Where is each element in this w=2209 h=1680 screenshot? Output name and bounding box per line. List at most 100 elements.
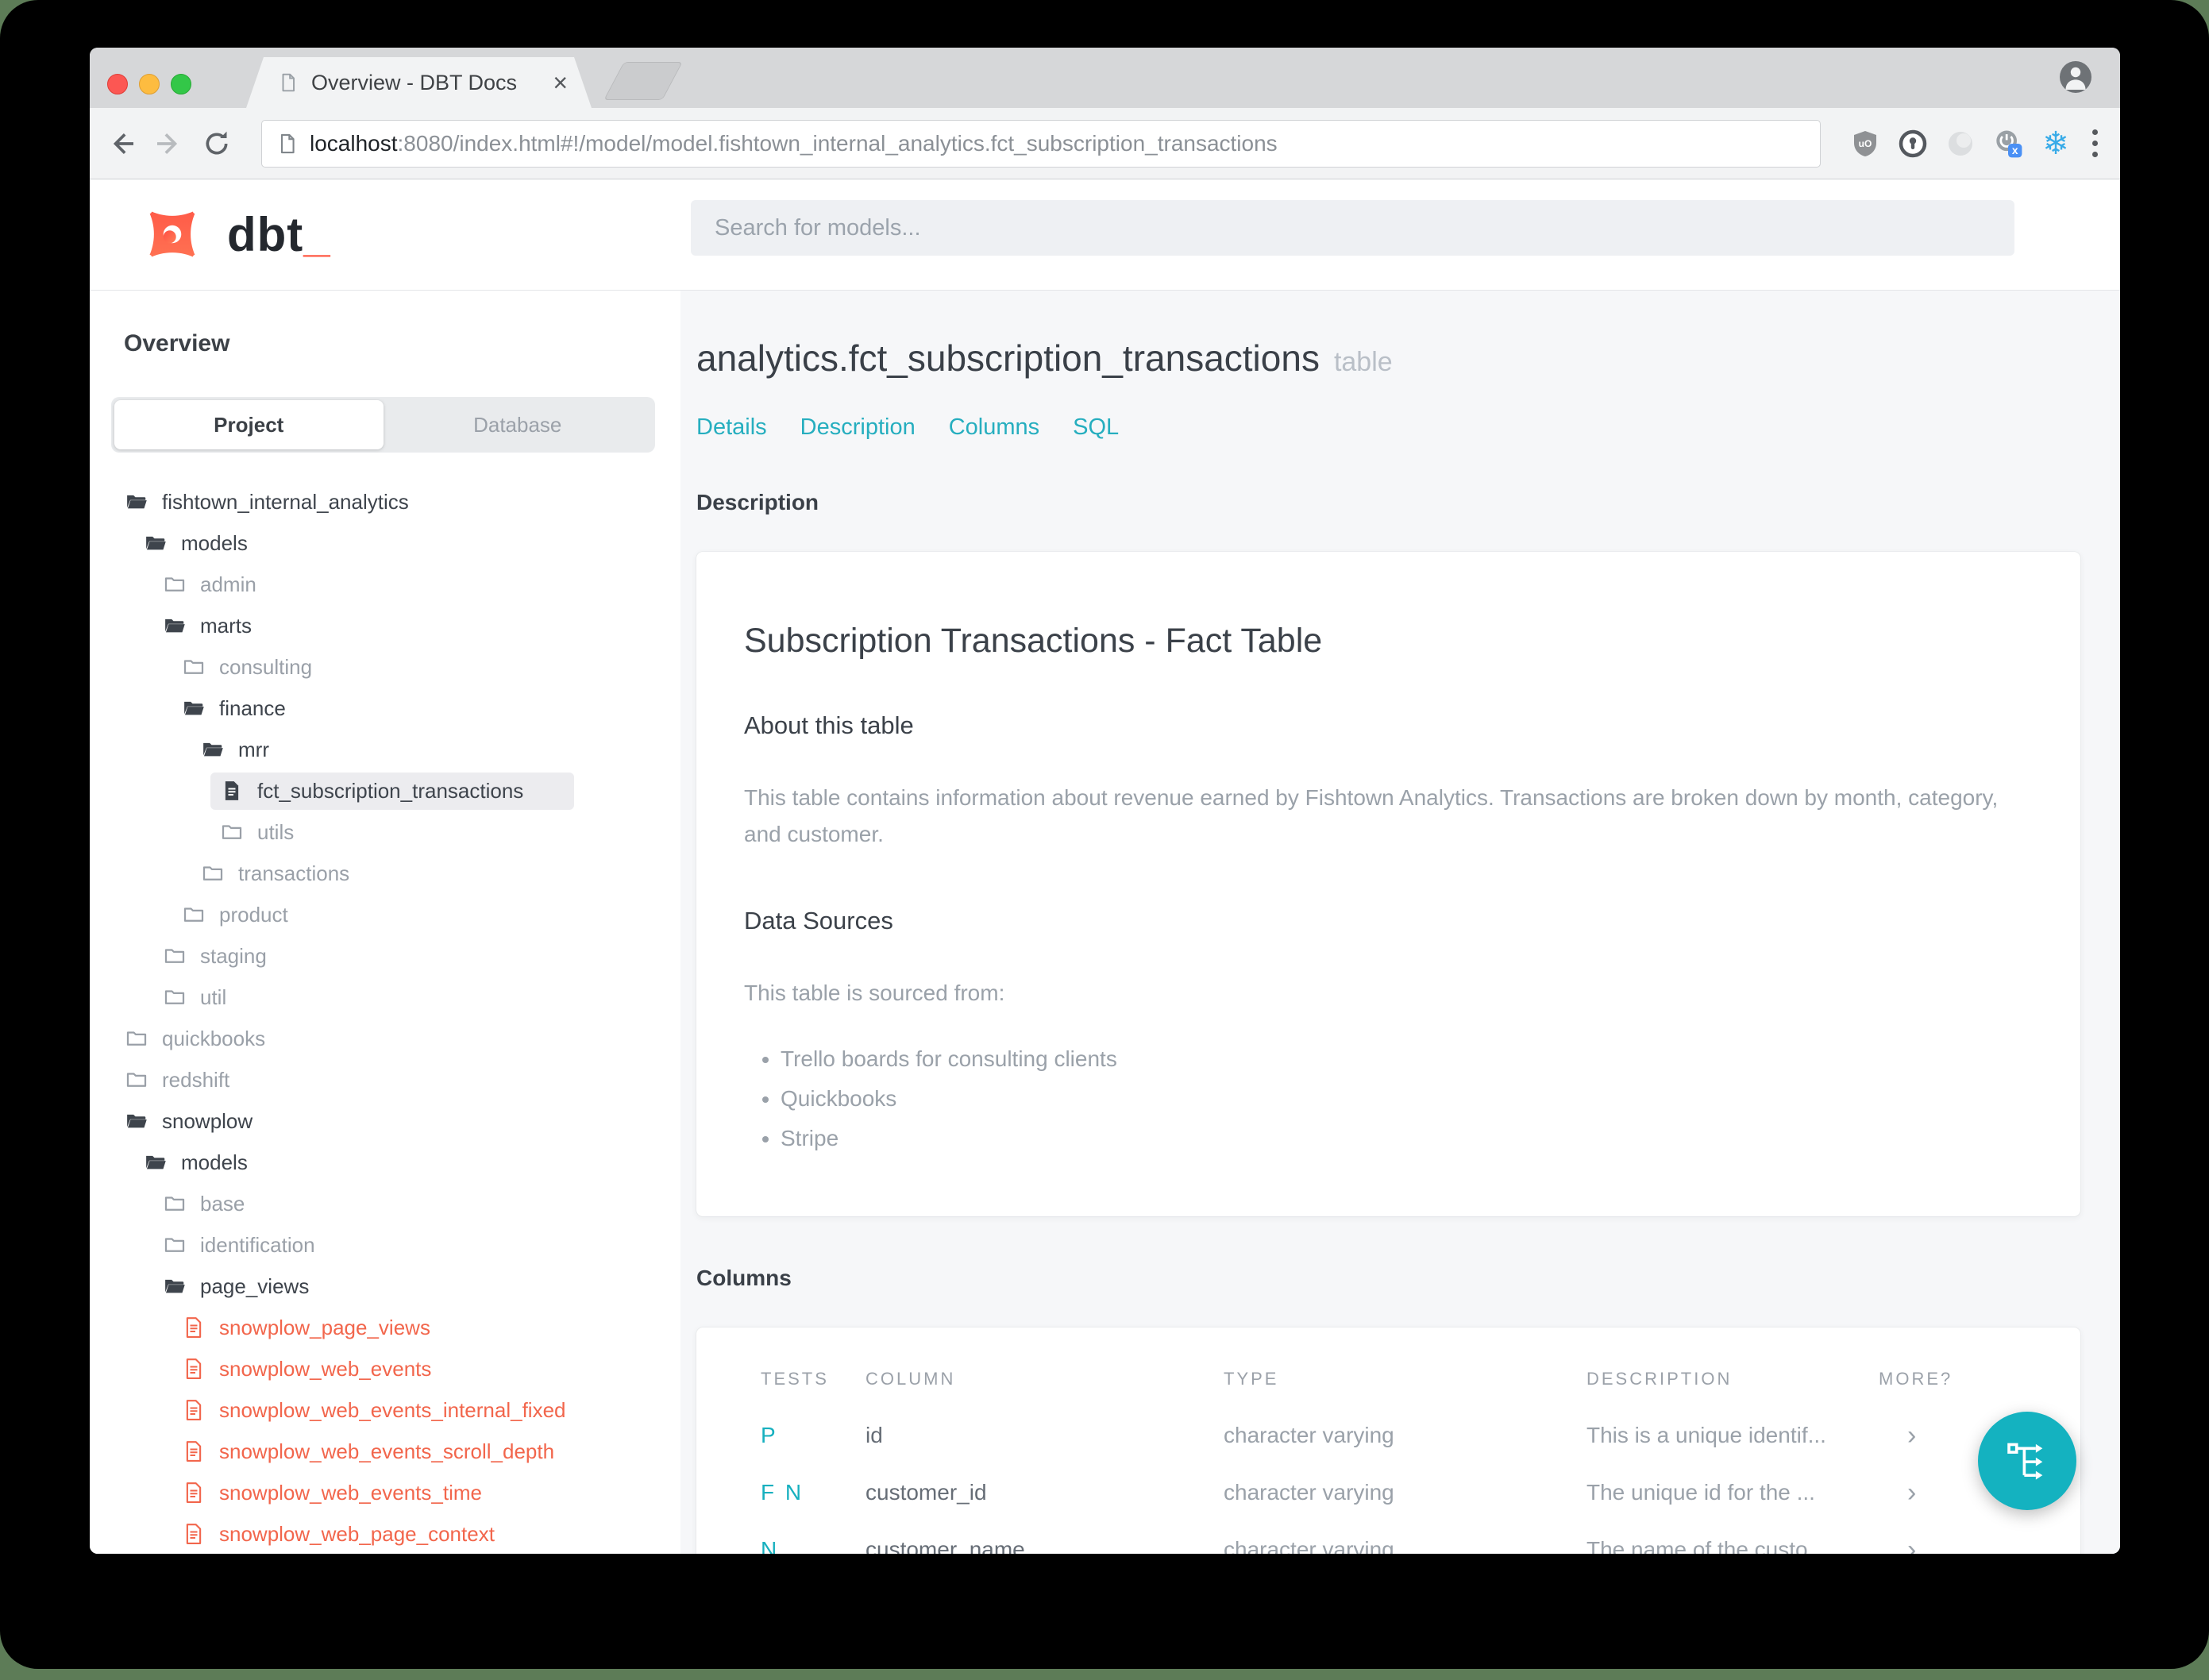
sidebar-tree-item-snowplow_web_events_scroll_depth[interactable]: snowplow_web_events_scroll_depth xyxy=(111,1431,680,1472)
sidebar-tree-item-snowplow_web_page_context[interactable]: snowplow_web_page_context xyxy=(111,1513,680,1554)
nav-link-sql[interactable]: SQL xyxy=(1073,414,1119,441)
sidebar-tree-item-snowplow_web_events_time[interactable]: snowplow_web_events_time xyxy=(111,1472,680,1513)
browser-menu-button[interactable] xyxy=(2086,129,2104,157)
tree-item-label: admin xyxy=(200,572,256,596)
cell-col: customer_name xyxy=(865,1537,1025,1554)
sources-heading: Data Sources xyxy=(744,907,893,934)
forward-button[interactable] xyxy=(152,126,187,161)
sidebar-tree-item-util[interactable]: util xyxy=(111,977,680,1018)
reload-button[interactable] xyxy=(199,126,234,161)
sidebar-tree-item-identification[interactable]: identification xyxy=(111,1224,680,1266)
dbt-logo[interactable]: dbt_ xyxy=(135,197,331,272)
search-input[interactable] xyxy=(691,200,2014,256)
column-row-customer_id[interactable]: F N customer_id character varying The uniqu… xyxy=(696,1464,2049,1521)
column-row-id[interactable]: Pid character varying This is a unique ide… xyxy=(696,1407,2049,1464)
tree-item-label: fct_subscription_transactions xyxy=(257,778,524,803)
folder-closed-icon xyxy=(182,903,206,927)
onepassword-extension-icon[interactable] xyxy=(1895,126,1930,161)
tab-database[interactable]: Database xyxy=(384,400,653,449)
sidebar-tree-item-page_views[interactable]: page_views xyxy=(111,1266,680,1307)
folder-closed-icon xyxy=(220,820,244,844)
sidebar-tree-item-snowplow_web_events_internal_fixed[interactable]: snowplow_web_events_internal_fixed xyxy=(111,1389,680,1431)
keyhole-icon xyxy=(1899,129,1927,157)
main-content: analytics.fct_subscription_transactions t… xyxy=(680,291,2120,1554)
sidebar-tree-item-models[interactable]: models xyxy=(111,1142,680,1183)
sidebar-tree-item-fct_subscription_transactions[interactable]: fct_subscription_transactions xyxy=(111,770,680,811)
folder-closed-icon xyxy=(163,1233,187,1257)
profile-avatar[interactable] xyxy=(2058,60,2093,94)
sidebar-tree-item-redshift[interactable]: redshift xyxy=(111,1059,680,1100)
page-title-row: analytics.fct_subscription_transactions t… xyxy=(696,337,2080,380)
sources-list: Trello boards for consulting clients Quic… xyxy=(744,1046,2033,1151)
zoom-window-button[interactable] xyxy=(171,74,191,94)
page-icon xyxy=(276,133,299,155)
tree-item-label: quickbooks xyxy=(162,1026,266,1050)
description-card: Subscription Transactions - Fact Table A… xyxy=(696,552,2080,1216)
close-window-button[interactable] xyxy=(107,74,128,94)
tree-item-label: util xyxy=(200,984,227,1009)
snowflake-extension-icon[interactable]: ❄ xyxy=(2038,126,2073,161)
disabled-extension-icon[interactable] xyxy=(1943,126,1978,161)
sidebar-tree-item-marts[interactable]: marts xyxy=(111,605,680,646)
columns-section-heading: Columns xyxy=(696,1266,792,1290)
tree-item-label: snowplow_web_events_time xyxy=(219,1480,482,1505)
resource-type-badge: table xyxy=(1333,347,1393,377)
expand-row-chevron-icon[interactable]: › xyxy=(1879,1535,2049,1555)
tree-item-label: consulting xyxy=(219,654,313,679)
snowflake-icon: ❄ xyxy=(2042,125,2069,161)
cell-col: id xyxy=(865,1423,883,1447)
sidebar-tree-item-fishtown_internal_analytics[interactable]: fishtown_internal_analytics xyxy=(111,481,680,522)
ublock-extension-icon[interactable]: uO xyxy=(1848,126,1883,161)
tree-item-label: snowplow xyxy=(162,1108,253,1133)
page-title: analytics.fct_subscription_transactions xyxy=(696,337,1320,379)
app-header: dbt_ xyxy=(90,179,2120,291)
sidebar-tree-item-mrr[interactable]: mrr xyxy=(111,729,680,770)
sidebar-tree-item-snowplow[interactable]: snowplow xyxy=(111,1100,680,1142)
cell-desc: This is a unique identif... xyxy=(1586,1423,1826,1447)
sidebar-tree-item-quickbooks[interactable]: quickbooks xyxy=(111,1018,680,1059)
nav-link-columns[interactable]: Columns xyxy=(949,414,1039,441)
url-bar[interactable]: localhost:8080/index.html#!/model/model.… xyxy=(261,119,1821,168)
lineage-graph-button[interactable] xyxy=(1978,1412,2076,1510)
new-tab-button[interactable] xyxy=(603,62,683,100)
tree-item-label: marts xyxy=(200,613,252,638)
reload-icon xyxy=(206,131,228,154)
nav-link-details[interactable]: Details xyxy=(696,414,767,441)
sidebar-tree-item-transactions[interactable]: transactions xyxy=(111,853,680,894)
back-button[interactable] xyxy=(104,126,139,161)
tree-item-label: snowplow_page_views xyxy=(219,1315,430,1339)
sidebar-tree-item-snowplow_web_events[interactable]: snowplow_web_events xyxy=(111,1348,680,1389)
sidebar-tree-item-finance[interactable]: finance xyxy=(111,688,680,729)
folder-closed-icon xyxy=(163,944,187,968)
sidebar-tree-item-utils[interactable]: utils xyxy=(111,811,680,853)
svg-text:uO: uO xyxy=(1859,138,1872,149)
tree-item-label: product xyxy=(219,902,288,927)
file-outline-icon xyxy=(182,1439,206,1463)
sidebar-tree-item-models[interactable]: models xyxy=(111,522,680,564)
sidebar-tree-item-consulting[interactable]: consulting xyxy=(111,646,680,688)
tree-item-label: mrr xyxy=(238,737,269,761)
sidebar-tree-item-staging[interactable]: staging xyxy=(111,935,680,977)
folder-open-icon xyxy=(163,614,187,638)
column-header: DESCRIPTION xyxy=(1586,1369,1733,1389)
back-arrow-icon xyxy=(113,133,133,154)
minimize-window-button[interactable] xyxy=(139,74,160,94)
browser-tab[interactable]: Overview - DBT Docs × xyxy=(246,57,592,108)
dag-icon xyxy=(2007,1443,2043,1480)
sidebar-tree-item-admin[interactable]: admin xyxy=(111,564,680,605)
tree-item-label: models xyxy=(181,530,248,555)
tree-item-label: transactions xyxy=(238,861,350,885)
column-row-customer_name[interactable]: Ncustomer_name character varying The name … xyxy=(696,1521,2049,1555)
power-extension-icon[interactable]: x xyxy=(1991,126,2026,161)
tree-item-label: page_views xyxy=(200,1273,310,1298)
tree-item-label: fishtown_internal_analytics xyxy=(162,489,409,514)
columns-table-header: TESTS COLUMN TYPE DESCRIPTION MORE? xyxy=(696,1369,2049,1389)
tab-close-icon[interactable]: × xyxy=(553,70,568,95)
sidebar-tree-item-product[interactable]: product xyxy=(111,894,680,935)
cell-desc: The name of the custo... xyxy=(1586,1537,1826,1554)
tab-project[interactable]: Project xyxy=(114,400,384,449)
nav-link-description[interactable]: Description xyxy=(800,414,916,441)
sidebar-tree-item-snowplow_page_views[interactable]: snowplow_page_views xyxy=(111,1307,680,1348)
sidebar-tree-item-base[interactable]: base xyxy=(111,1183,680,1224)
folder-closed-icon xyxy=(201,861,225,885)
